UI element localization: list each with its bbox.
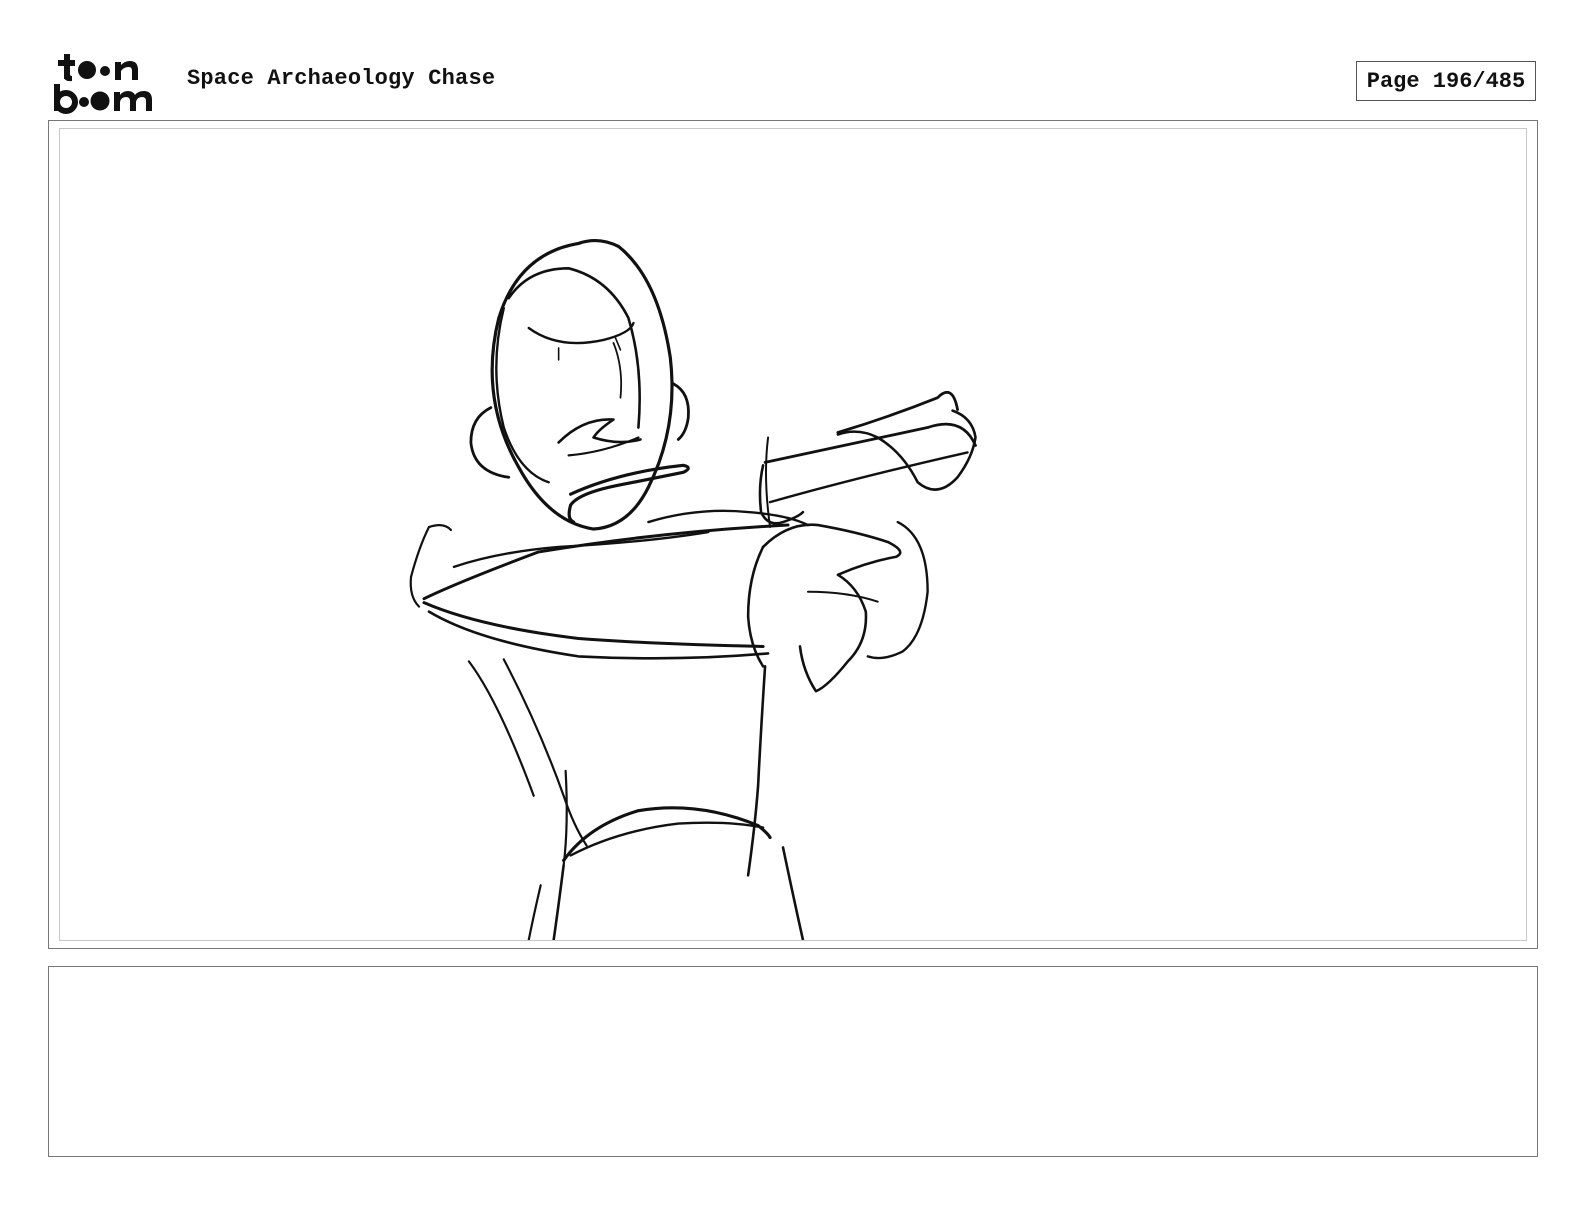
- project-title: Space Archaeology Chase: [187, 66, 496, 91]
- storyboard-panel: [48, 120, 1538, 949]
- page-number: Page 196/485: [1356, 61, 1536, 101]
- character-sketch: [409, 238, 977, 940]
- panel-notes-box: [48, 966, 1538, 1157]
- panel-image-area: [59, 128, 1527, 941]
- toon-boom-logo: [50, 50, 165, 114]
